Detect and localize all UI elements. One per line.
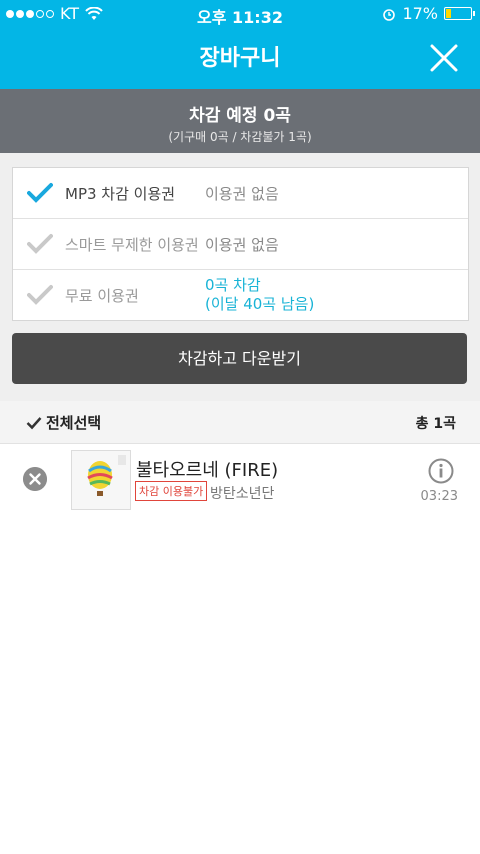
voucher-value: 0곡 차감 (이달 40곡 남음) [205,276,314,314]
list-item[interactable]: 불타오르네 (FIRE) 차감 이용불가 방탄소년단 03:23 [0,444,480,518]
song-title: 불타오르네 (FIRE) [136,460,279,481]
page-title: 장바구니 [199,46,281,71]
summary-sub: (기구매 0곡 / 차감불가 1곡) [168,130,312,144]
status-bar: KT 오후 11:32 17% [0,0,480,28]
free-count: 0곡 차감 [205,276,261,294]
summary-main: 차감 예정 0곡 [189,106,291,126]
deduction-summary: 차감 예정 0곡 (기구매 0곡 / 차감불가 1곡) [0,89,480,153]
download-button[interactable]: 차감하고 다운받기 [12,333,467,384]
checkmark-icon[interactable] [27,233,53,255]
checkmark-icon [26,416,42,429]
voucher-row-mp3[interactable]: MP3 차감 이용권 이용권 없음 [13,168,468,218]
voucher-row-free[interactable]: 무료 이용권 0곡 차감 (이달 40곡 남음) [13,269,468,320]
song-duration: 03:23 [420,489,458,504]
battery-icon [444,7,475,20]
info-icon[interactable] [428,458,454,484]
battery-percent: 17% [402,4,438,23]
select-all-label: 전체선택 [46,414,102,432]
voucher-list: MP3 차감 이용권 이용권 없음 스마트 무제한 이용권 이용권 없음 무료 … [12,167,469,321]
voucher-panel: MP3 차감 이용권 이용권 없음 스마트 무제한 이용권 이용권 없음 무료 … [0,153,480,401]
voucher-row-smart[interactable]: 스마트 무제한 이용권 이용권 없음 [13,218,468,269]
status-badge: 차감 이용불가 [135,481,208,501]
close-icon[interactable] [426,40,462,76]
song-artist: 방탄소년단 [210,486,275,502]
top-header: KT 오후 11:32 17% 장바구니 [0,0,480,89]
voucher-value: 이용권 없음 [205,185,279,203]
checkmark-icon[interactable] [27,284,53,306]
select-bar: 전체선택 총 1곡 [0,401,480,444]
remove-icon[interactable] [23,467,47,491]
album-art [71,450,131,510]
alarm-icon [383,8,396,21]
voucher-value: 이용권 없음 [205,236,279,254]
voucher-label: 무료 이용권 [65,287,139,305]
select-all-button[interactable]: 전체선택 [26,412,101,433]
balloon-icon [72,451,130,509]
song-count: 총 1곡 [415,416,456,432]
checkmark-icon[interactable] [27,182,53,204]
voucher-label: 스마트 무제한 이용권 [65,236,199,254]
voucher-label: MP3 차감 이용권 [65,185,176,203]
free-remaining: (이달 40곡 남음) [205,295,315,313]
